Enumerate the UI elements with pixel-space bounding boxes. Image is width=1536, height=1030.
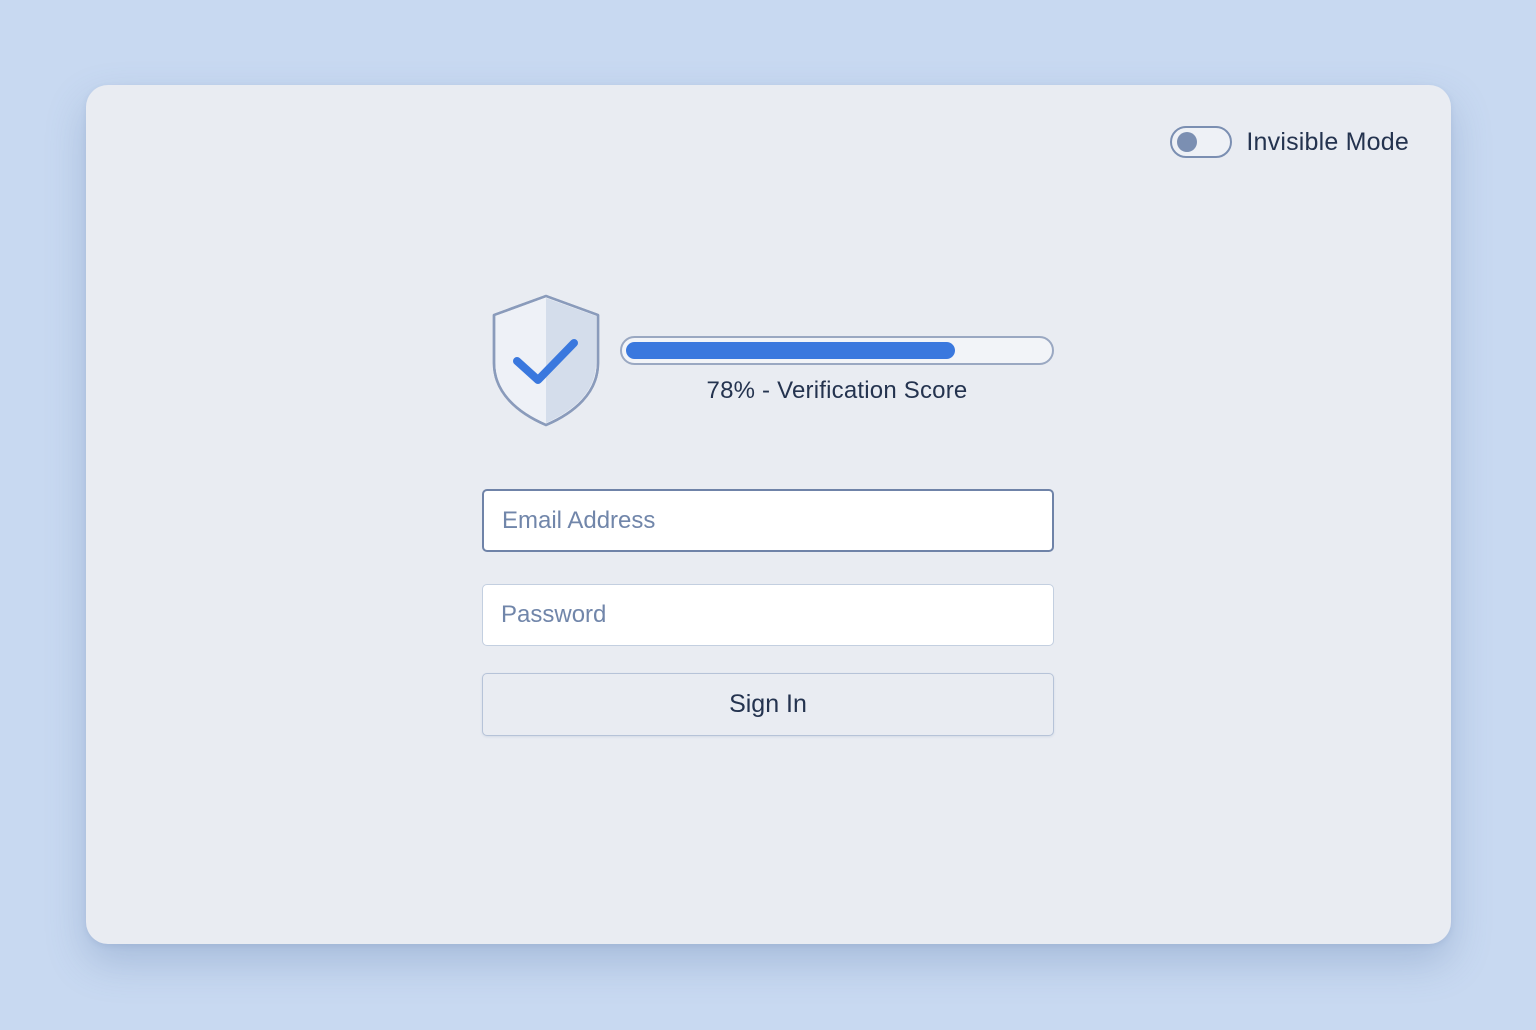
invisible-mode-label: Invisible Mode xyxy=(1246,127,1409,156)
invisible-mode-control: Invisible Mode xyxy=(1170,126,1409,158)
toggle-knob xyxy=(1177,132,1198,152)
verification-progress-bar xyxy=(620,336,1054,365)
invisible-mode-toggle[interactable] xyxy=(1170,126,1233,158)
verification-score-text: 78% - Verification Score xyxy=(706,377,968,404)
email-field[interactable] xyxy=(482,489,1054,552)
shield-check-icon xyxy=(492,294,600,427)
password-field[interactable] xyxy=(482,584,1054,646)
verification-progress-fill xyxy=(626,342,955,359)
login-card: Invisible Mode 78% - Verification Score … xyxy=(86,85,1451,944)
sign-in-button[interactable]: Sign In xyxy=(482,673,1054,736)
